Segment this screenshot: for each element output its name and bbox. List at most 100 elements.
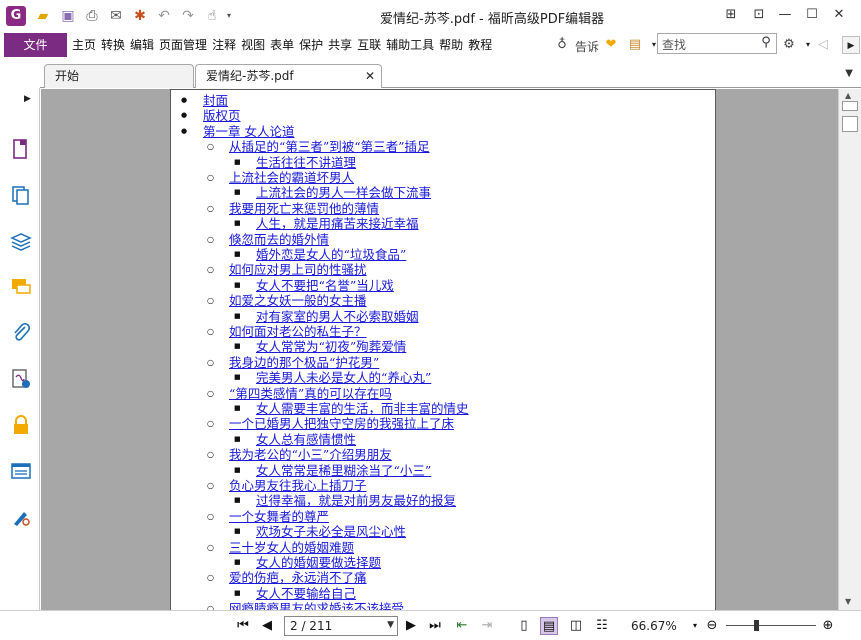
- menu-view[interactable]: 视图: [241, 32, 265, 58]
- minimize-icon[interactable]: —: [775, 5, 795, 25]
- find-folder-icon[interactable]: ▤: [626, 36, 644, 54]
- search-box[interactable]: 查找 ⚲: [657, 33, 777, 54]
- security-lock-icon[interactable]: [10, 414, 32, 436]
- new-document-icon[interactable]: ✱: [131, 7, 149, 25]
- toc-link[interactable]: 我要用死亡来惩罚他的薄情: [229, 201, 379, 216]
- previous-view-icon[interactable]: ⇤: [453, 617, 471, 635]
- single-page-view-icon[interactable]: ▯: [515, 617, 533, 635]
- pages-icon[interactable]: [10, 138, 32, 160]
- menu-convert[interactable]: 转换: [101, 32, 125, 58]
- toc-link[interactable]: 版权页: [203, 108, 241, 123]
- hand-tool-icon[interactable]: ☝: [203, 7, 221, 25]
- first-page-icon[interactable]: ⏮: [234, 617, 252, 635]
- toc-link[interactable]: 欢场女子未必全是风尘心性: [256, 524, 406, 539]
- menu-form[interactable]: 表单: [270, 32, 294, 58]
- continuous-facing-view-icon[interactable]: ☷: [593, 617, 611, 635]
- zoom-slider-thumb[interactable]: [754, 620, 759, 631]
- toc-link[interactable]: 从插足的“第三者”到被“第三者”插足: [229, 139, 430, 154]
- last-page-icon[interactable]: ⏭: [426, 617, 444, 635]
- toc-link[interactable]: 上流社会的男人一样会做下流事: [256, 185, 431, 200]
- toc-link[interactable]: 一个已婚男人把独守空房的我强拉上了床: [229, 416, 454, 431]
- menu-edit[interactable]: 编辑: [130, 32, 154, 58]
- continuous-view-icon[interactable]: ▤: [540, 617, 558, 635]
- toc-link[interactable]: 女人常常为“初夜”殉葬爱情: [256, 339, 406, 354]
- toc-link[interactable]: 过得幸福，就是对前男友最好的报复: [256, 493, 456, 508]
- toc-link[interactable]: 女人需要丰富的生活，而非丰富的情史: [256, 401, 469, 416]
- certificate-icon[interactable]: [10, 506, 32, 528]
- toc-link[interactable]: 三十岁女人的婚姻难题: [229, 540, 354, 555]
- vertical-scrollbar[interactable]: ▲ ▼: [838, 89, 861, 610]
- toc-link[interactable]: 完美男人未必是女人的“养心丸”: [256, 370, 431, 385]
- menu-tutorial[interactable]: 教程: [468, 32, 492, 58]
- feedback-heart-icon[interactable]: ❤: [602, 36, 620, 54]
- toc-link[interactable]: 一个女舞者的尊严: [229, 509, 329, 524]
- tab-list-dropdown-icon[interactable]: ▼: [845, 68, 853, 79]
- menu-protect[interactable]: 保护: [299, 32, 323, 58]
- undo-icon[interactable]: ↶: [155, 7, 173, 25]
- toc-link[interactable]: 人生，就是用痛苦来接近幸福: [256, 216, 419, 231]
- quick-access-dropdown-icon[interactable]: ▾: [220, 7, 238, 25]
- toc-link[interactable]: 爱的伤疤，永远消不了痛: [229, 570, 367, 585]
- toc-link[interactable]: “第四类感情”真的可以存在吗: [229, 386, 392, 401]
- copy-pages-icon[interactable]: [10, 184, 32, 206]
- toc-link[interactable]: 女人不要输给自己: [256, 586, 356, 601]
- zoom-slider-track[interactable]: [726, 625, 816, 626]
- scroll-right-icon[interactable]: ▶: [842, 36, 860, 54]
- zoom-level[interactable]: 66.67%: [631, 619, 677, 633]
- form-fields-icon[interactable]: [10, 460, 32, 482]
- search-input[interactable]: 查找: [662, 36, 686, 53]
- search-icon[interactable]: ⚲: [758, 35, 774, 51]
- scroll-down-icon[interactable]: ▼: [845, 597, 851, 606]
- tab-start[interactable]: 开始: [44, 64, 194, 88]
- menu-home[interactable]: 主页: [72, 32, 96, 58]
- toc-link[interactable]: 女人的婚姻要做选择题: [256, 555, 381, 570]
- toc-link[interactable]: 婚外恋是女人的“垃圾食品”: [256, 247, 406, 262]
- toc-link[interactable]: 上流社会的霸道坏男人: [229, 170, 354, 185]
- toc-link[interactable]: 女人不要把“名誉”当儿戏: [256, 278, 394, 293]
- ribbon-display-icon[interactable]: ⊞: [721, 5, 741, 25]
- toc-link[interactable]: 第一章 女人论道: [203, 124, 294, 139]
- maximize-icon[interactable]: ☐: [802, 5, 822, 25]
- toc-link[interactable]: 女人总有感情惯性: [256, 432, 356, 447]
- facing-view-icon[interactable]: ◫: [567, 617, 585, 635]
- scroll-left-icon[interactable]: ◁: [814, 36, 832, 54]
- file-menu-button[interactable]: 文件: [4, 33, 67, 57]
- toc-link[interactable]: 网瘾睛瘾男友的求婚该不该接受: [229, 601, 404, 610]
- page-dropdown-icon[interactable]: ▼: [387, 620, 394, 630]
- next-view-icon[interactable]: ⇥: [478, 617, 496, 635]
- menu-help[interactable]: 帮助: [439, 32, 463, 58]
- layers-icon[interactable]: [10, 230, 32, 252]
- tell-me-label[interactable]: 告诉: [575, 38, 599, 55]
- comments-icon[interactable]: [10, 276, 32, 298]
- tab-document[interactable]: 爱情纪-苏芩.pdf ✕: [195, 64, 382, 88]
- lightbulb-icon[interactable]: ♁: [553, 36, 571, 54]
- previous-page-icon[interactable]: ◀: [258, 617, 276, 635]
- toc-link[interactable]: 女人常常是稀里糊涂当了“小三”: [256, 463, 431, 478]
- document-viewport[interactable]: ● 封面 ● 版权页 ● 第一章 女人论道 ○ 从插足的“第三者”到被“第三者”插足 ■ 生活往往…: [41, 89, 838, 610]
- zoom-in-icon[interactable]: ⊕: [819, 617, 837, 635]
- toc-link[interactable]: 我身边的那个极品“护花男”: [229, 355, 379, 370]
- page-indicator[interactable]: 2 / 211: [290, 619, 332, 633]
- close-tab-icon[interactable]: ✕: [365, 65, 375, 87]
- signature-icon[interactable]: [10, 368, 32, 390]
- zoom-out-icon[interactable]: ⊖: [703, 617, 721, 635]
- email-icon[interactable]: ✉: [107, 7, 125, 25]
- page-number-field[interactable]: 2 / 211 ▼: [284, 616, 398, 636]
- scrollbar-thumb[interactable]: [842, 116, 858, 132]
- next-page-icon[interactable]: ▶: [402, 617, 420, 635]
- restore-layout-icon[interactable]: ⊡: [749, 5, 769, 25]
- split-view-handle[interactable]: [842, 101, 858, 111]
- toc-link[interactable]: 封面: [203, 93, 228, 108]
- menu-accessibility[interactable]: 辅助工具: [386, 32, 434, 58]
- attachments-icon[interactable]: [10, 322, 32, 344]
- toc-link[interactable]: 倏忽而去的婚外情: [229, 232, 329, 247]
- menu-page-management[interactable]: 页面管理: [159, 32, 207, 58]
- toc-link[interactable]: 生活往往不讲道理: [256, 155, 356, 170]
- zoom-dropdown-icon[interactable]: ▾: [686, 617, 704, 635]
- toc-link[interactable]: 如爱之女妖一般的女主播: [229, 293, 367, 308]
- menu-comment[interactable]: 注释: [212, 32, 236, 58]
- settings-gear-icon[interactable]: ⚙: [780, 36, 798, 54]
- redo-icon[interactable]: ↷: [179, 7, 197, 25]
- print-icon[interactable]: ⎙: [83, 7, 101, 25]
- toc-link[interactable]: 我为老公的“小三”介绍男朋友: [229, 447, 392, 462]
